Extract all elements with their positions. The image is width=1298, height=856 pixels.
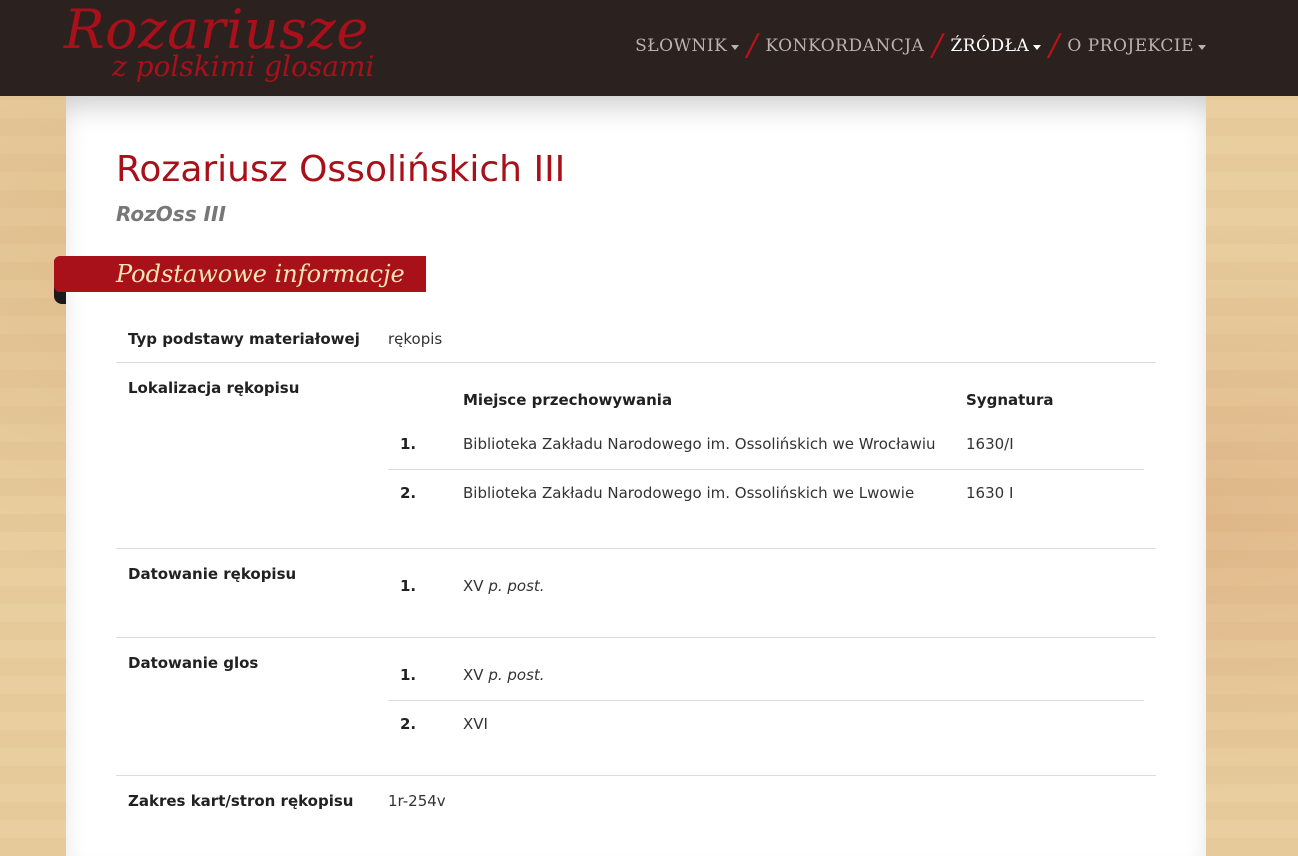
info-value: 1r-254v <box>388 792 446 810</box>
dating-century: XVI <box>463 715 488 733</box>
row-number: 2. <box>400 484 417 502</box>
table-row: 1. XV p. post. <box>388 652 1144 701</box>
info-table: Typ podstawy materiałowej rękopis Lokali… <box>116 316 1156 826</box>
location-place: Biblioteka Zakładu Narodowego im. Ossoli… <box>463 435 936 453</box>
caret-down-icon <box>1198 44 1206 50</box>
nav-item-label: KONKORDANCJA <box>765 36 925 56</box>
nav-item-slownik[interactable]: SŁOWNIK <box>635 36 740 56</box>
row-number: 2. <box>400 715 417 733</box>
main-nav: SŁOWNIK / KONKORDANCJA / ŹRÓDŁA / O PROJ… <box>635 28 1206 64</box>
info-label: Datowanie rękopisu <box>128 565 297 583</box>
caret-down-icon <box>731 44 740 50</box>
top-navbar: Rozariusze z polskimi glosami SŁOWNIK / … <box>0 0 1298 96</box>
row-number: 1. <box>400 435 417 453</box>
table-row: 1. XV p. post. <box>388 563 1144 611</box>
dating-qualifier: p. post. <box>488 666 545 684</box>
info-label: Typ podstawy materiałowej <box>128 330 360 348</box>
dating-list: 1. XV p. post. <box>388 563 1144 611</box>
dating-century: XV <box>463 666 484 684</box>
dating-century: XV <box>463 577 484 595</box>
section-header: Podstawowe informacje <box>54 256 426 304</box>
nav-separator: / <box>1049 28 1060 63</box>
dating-qualifier: p. post. <box>488 577 545 595</box>
gloss-dating-list: 1. XV p. post. 2. XVI <box>388 652 1144 749</box>
info-value: rękopis <box>388 330 443 348</box>
dating-value: XV p. post. <box>463 577 545 595</box>
info-row-datowanie-glos: Datowanie glos 1. XV p. post. 2. XVI <box>116 638 1156 776</box>
nav-item-label: O PROJEKCIE <box>1067 36 1194 56</box>
column-header-signature: Sygnatura <box>966 391 1054 409</box>
site-logo[interactable]: Rozariusze z polskimi glosami <box>64 0 384 96</box>
nav-item-zrodla[interactable]: ŹRÓDŁA <box>950 36 1042 56</box>
location-place: Biblioteka Zakładu Narodowego im. Ossoli… <box>463 484 915 502</box>
content-card: Rozariusz Ossolińskich III RozOss III Po… <box>54 96 1206 856</box>
row-number: 1. <box>400 666 417 684</box>
table-row: 1. Biblioteka Zakładu Narodowego im. Oss… <box>388 421 1144 470</box>
info-label: Datowanie glos <box>128 654 259 672</box>
row-number: 1. <box>400 577 417 595</box>
nav-item-konkordancja[interactable]: KONKORDANCJA <box>765 36 924 56</box>
location-signature: 1630/I <box>966 435 1014 453</box>
caret-down-icon <box>1033 44 1042 50</box>
nav-item-label: ŹRÓDŁA <box>950 36 1030 56</box>
nav-item-o-projekcie[interactable]: O PROJEKCIE <box>1067 36 1206 56</box>
location-table-header: Miejsce przechowywania Sygnatura <box>388 365 1144 421</box>
table-row: 2. XVI <box>388 701 1144 749</box>
nav-item-label: SŁOWNIK <box>635 36 728 56</box>
column-header-place: Miejsce przechowywania <box>463 391 673 409</box>
info-row-zakres: Zakres kart/stron rękopisu 1r-254v <box>116 776 1156 826</box>
logo-subtitle: z polskimi glosami <box>112 50 375 83</box>
info-row-datowanie-rekopisu: Datowanie rękopisu 1. XV p. post. <box>116 549 1156 638</box>
info-row-typ: Typ podstawy materiałowej rękopis <box>116 316 1156 363</box>
location-table: Miejsce przechowywania Sygnatura 1. Bibl… <box>388 365 1144 518</box>
info-row-lokalizacja: Lokalizacja rękopisu Miejsce przechowywa… <box>116 363 1156 549</box>
nav-separator: / <box>932 28 943 63</box>
info-label: Lokalizacja rękopisu <box>128 379 300 397</box>
info-label: Zakres kart/stron rękopisu <box>128 792 354 810</box>
location-signature: 1630 I <box>966 484 1014 502</box>
page-subtitle: RozOss III <box>116 202 226 226</box>
section-title: Podstawowe informacje <box>116 260 405 288</box>
dating-value: XVI <box>463 715 488 733</box>
nav-separator: / <box>747 28 758 63</box>
table-row: 2. Biblioteka Zakładu Narodowego im. Oss… <box>388 470 1144 518</box>
dating-value: XV p. post. <box>463 666 545 684</box>
page-title: Rozariusz Ossolińskich III <box>116 149 566 190</box>
